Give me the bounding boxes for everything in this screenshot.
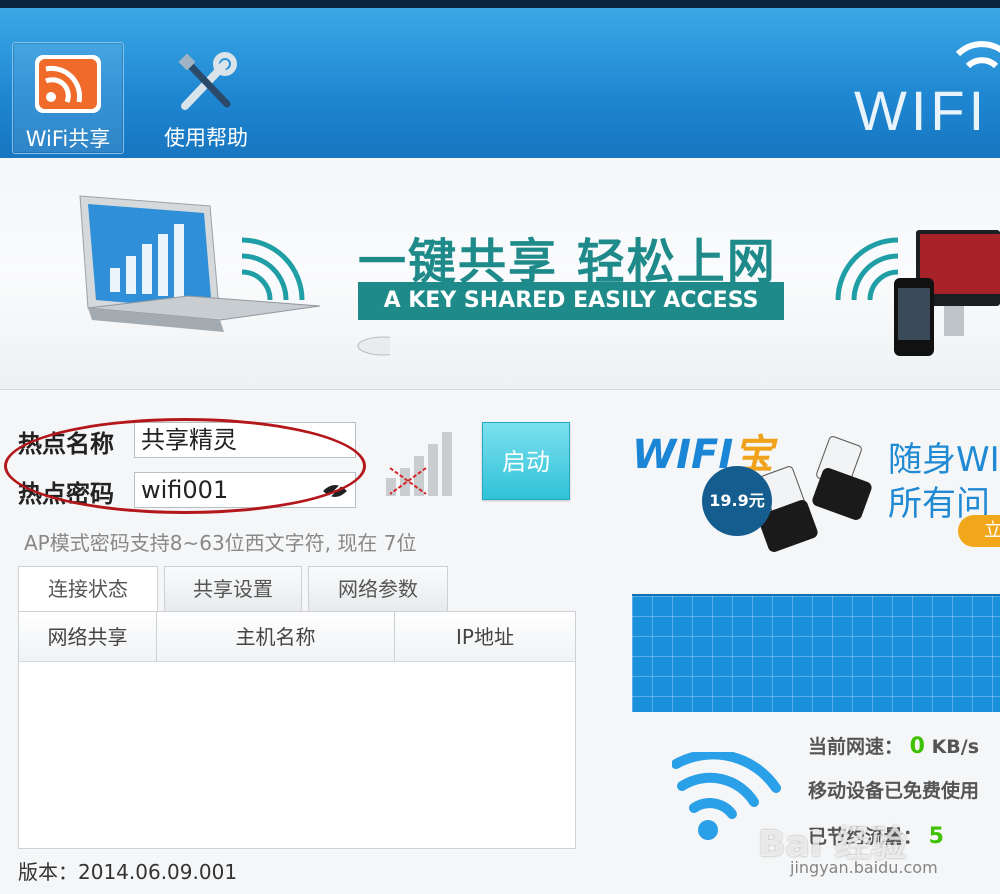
speed-value: 0 bbox=[909, 734, 925, 759]
toolbar-item-help[interactable]: 使用帮助 bbox=[150, 42, 262, 154]
tab-share-settings[interactable]: 共享设置 bbox=[164, 566, 302, 612]
banner-slogan-en: A KEY SHARED EASILY ACCESS bbox=[358, 282, 784, 320]
ad-price-badge: 19.9元 bbox=[702, 466, 772, 536]
speed-unit: KB/s bbox=[931, 736, 980, 758]
column-header-hostname[interactable]: 主机名称 bbox=[157, 612, 395, 662]
speed-stat: 当前网速： 0 KB/s bbox=[808, 732, 979, 759]
signal-off-icon bbox=[386, 432, 452, 496]
watermark-url: jingyan.baidu.com bbox=[790, 858, 938, 877]
tools-icon bbox=[169, 50, 243, 116]
toolbar-label-help: 使用帮助 bbox=[164, 126, 248, 150]
speed-label: 当前网速： bbox=[808, 736, 904, 758]
saved-value: 5 bbox=[928, 824, 944, 849]
usb-dongle-illustration bbox=[758, 436, 872, 552]
devices-illustration bbox=[894, 230, 1000, 356]
free-use-stat: 移动设备已免费使用 bbox=[808, 780, 980, 802]
column-header-share[interactable]: 网络共享 bbox=[19, 612, 157, 662]
connection-table: 网络共享 主机名称 IP地址 bbox=[18, 611, 576, 849]
toolbar-label-wifi-share: WiFi共享 bbox=[25, 127, 111, 151]
network-speed-graph bbox=[632, 594, 1000, 712]
svg-text:WIFI: WIFI bbox=[854, 79, 988, 142]
rss-share-icon bbox=[31, 51, 105, 117]
annotation-ellipse bbox=[4, 418, 366, 514]
version-label: 版本：2014.06.09.001 bbox=[18, 860, 238, 884]
ad-button[interactable]: 立 bbox=[958, 515, 1000, 547]
toolbar: WiFi共享 使用帮助 WIFI bbox=[0, 8, 1000, 158]
brand-logo: WIFI bbox=[850, 38, 1000, 148]
window-top-border bbox=[0, 0, 1000, 8]
wave-left-icon bbox=[241, 237, 305, 301]
toolbar-item-wifi-share[interactable]: WiFi共享 bbox=[12, 42, 124, 154]
tab-connection-status[interactable]: 连接状态 bbox=[18, 566, 158, 613]
password-hint: AP模式密码支持8~63位西文字符, 现在 7位 bbox=[24, 531, 417, 555]
laptop-illustration bbox=[79, 195, 390, 356]
start-button[interactable]: 启动 bbox=[482, 422, 570, 500]
ad-text-line1: 随身WI bbox=[888, 440, 1000, 480]
tab-network-params[interactable]: 网络参数 bbox=[308, 566, 448, 612]
column-header-ip[interactable]: IP地址 bbox=[395, 612, 575, 662]
